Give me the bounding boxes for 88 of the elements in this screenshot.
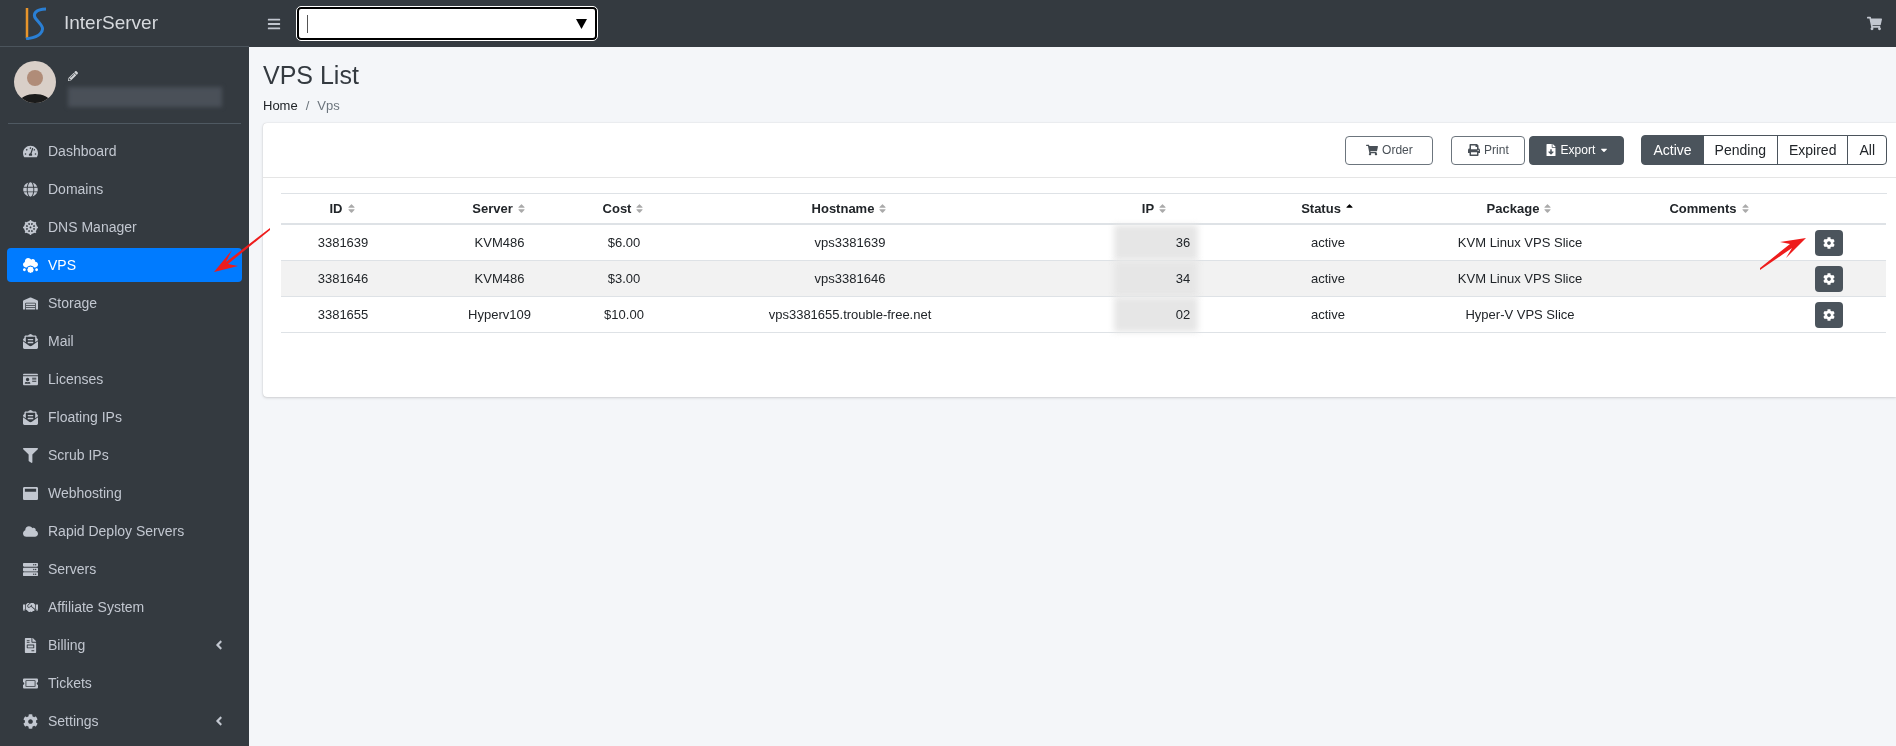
table-cell: $3.00	[607, 271, 641, 286]
table-cell: 3381655	[317, 307, 369, 322]
edit-icon[interactable]	[68, 71, 78, 81]
table-cell: KVM486	[474, 235, 525, 250]
column-header[interactable]: Cost	[602, 201, 632, 216]
filter-button[interactable]: All	[1847, 135, 1887, 165]
table-cell: 02	[1175, 307, 1191, 322]
sidebar-item[interactable]: Rapid Deploy Servers	[7, 514, 242, 548]
column-header[interactable]: Package	[1486, 201, 1540, 216]
filter-button[interactable]: Pending	[1702, 135, 1778, 165]
sidebar-item[interactable]: Domains	[7, 172, 242, 206]
breadcrumb-separator: /	[305, 98, 310, 113]
settings-button[interactable]	[1815, 229, 1843, 256]
settings-button[interactable]	[1815, 265, 1843, 292]
sidebar-item[interactable]: Licenses	[7, 362, 242, 396]
table-cell: KVM Linux VPS Slice	[1457, 271, 1583, 286]
table-cell: vps3381639	[814, 235, 886, 250]
annotation-arrow	[212, 226, 272, 274]
page-title: VPS List	[263, 61, 360, 90]
select-field[interactable]	[297, 7, 597, 40]
column-header[interactable]: Hostname	[811, 201, 875, 216]
sidebar-item[interactable]: Scrub IPs	[7, 438, 242, 472]
cart-icon[interactable]	[1867, 16, 1882, 31]
table-cell: $10.00	[604, 307, 644, 322]
table-cell: active	[1311, 235, 1345, 250]
menu-item-icon	[23, 219, 38, 235]
table-cell: vps3381646	[814, 271, 886, 286]
menu-item-icon	[23, 447, 38, 463]
gear-icon	[1823, 236, 1835, 249]
toolbar-button[interactable]: Order	[1345, 135, 1434, 165]
table-cell: $6.00	[607, 235, 641, 250]
menu-item-icon	[23, 371, 38, 387]
menu-item-icon	[23, 637, 38, 653]
caret-icon	[576, 18, 587, 29]
sidebar-item[interactable]: Billing	[7, 628, 242, 662]
menu-item-icon	[23, 485, 38, 501]
sidebar-item[interactable]: Servers	[7, 552, 242, 586]
menu-item-icon	[23, 409, 38, 425]
menu-item-icon	[23, 181, 38, 197]
table-cell: KVM486	[474, 271, 525, 286]
button-icon	[1366, 144, 1379, 156]
gear-icon	[1823, 308, 1835, 321]
sidebar-item[interactable]: Mail	[7, 324, 242, 358]
menu-item-icon	[23, 523, 38, 539]
toolbar-button[interactable]: Export	[1529, 135, 1625, 165]
menu-item-icon	[23, 143, 38, 159]
button-icon	[1468, 144, 1481, 156]
avatar	[14, 61, 56, 103]
sidebar-item[interactable]: Tickets	[7, 666, 242, 700]
table-cell: active	[1311, 271, 1345, 286]
button-icon	[1544, 144, 1557, 156]
filter-button[interactable]: Active	[1641, 135, 1704, 165]
sidebar-item[interactable]: Affiliate System	[7, 590, 242, 624]
brand-name: InterServer	[64, 12, 158, 34]
table-cell: active	[1311, 307, 1345, 322]
column-header[interactable]: IP	[1141, 201, 1155, 216]
sidebar-item[interactable]: Floating IPs	[7, 400, 242, 434]
column-header[interactable]: Comments	[1669, 201, 1737, 216]
menu-item-icon	[23, 561, 38, 577]
menu-item-icon	[23, 257, 38, 273]
column-header[interactable]: ID	[329, 201, 343, 216]
table-cell: Hyper-V VPS Slice	[1465, 307, 1575, 322]
table-cell: 3381646	[317, 271, 369, 286]
sidebar-item[interactable]: Webhosting	[7, 476, 242, 510]
filter-button[interactable]: Expired	[1776, 135, 1849, 165]
gear-icon	[1823, 272, 1835, 285]
menu-item-icon	[23, 295, 38, 311]
annotation-arrow	[1758, 236, 1808, 272]
breadcrumb-current: Vps	[317, 98, 340, 113]
table-cell: 3381639	[317, 235, 369, 250]
menu-item-icon	[23, 713, 38, 729]
breadcrumb-link[interactable]: Home	[263, 98, 298, 113]
settings-button[interactable]	[1815, 301, 1843, 328]
column-header[interactable]: Server	[472, 201, 513, 216]
table-cell: 34	[1175, 271, 1191, 286]
menu-icon[interactable]	[267, 16, 281, 31]
table-cell: KVM Linux VPS Slice	[1457, 235, 1583, 250]
sidebar-item[interactable]: DNS Manager	[7, 210, 242, 244]
sidebar-item[interactable]: Dashboard	[7, 134, 242, 168]
sidebar-item[interactable]: Settings	[7, 704, 242, 738]
toolbar-button[interactable]: Print	[1451, 135, 1526, 165]
table-cell: vps3381655.trouble-free.net	[768, 307, 932, 322]
menu-item-icon	[23, 333, 38, 349]
table-cell: 36	[1175, 235, 1191, 250]
sidebar-item[interactable]: VPS	[7, 248, 242, 282]
table-cell: Hyperv109	[468, 307, 531, 322]
column-header[interactable]: Status	[1301, 201, 1341, 216]
sidebar-item[interactable]: Storage	[7, 286, 242, 320]
